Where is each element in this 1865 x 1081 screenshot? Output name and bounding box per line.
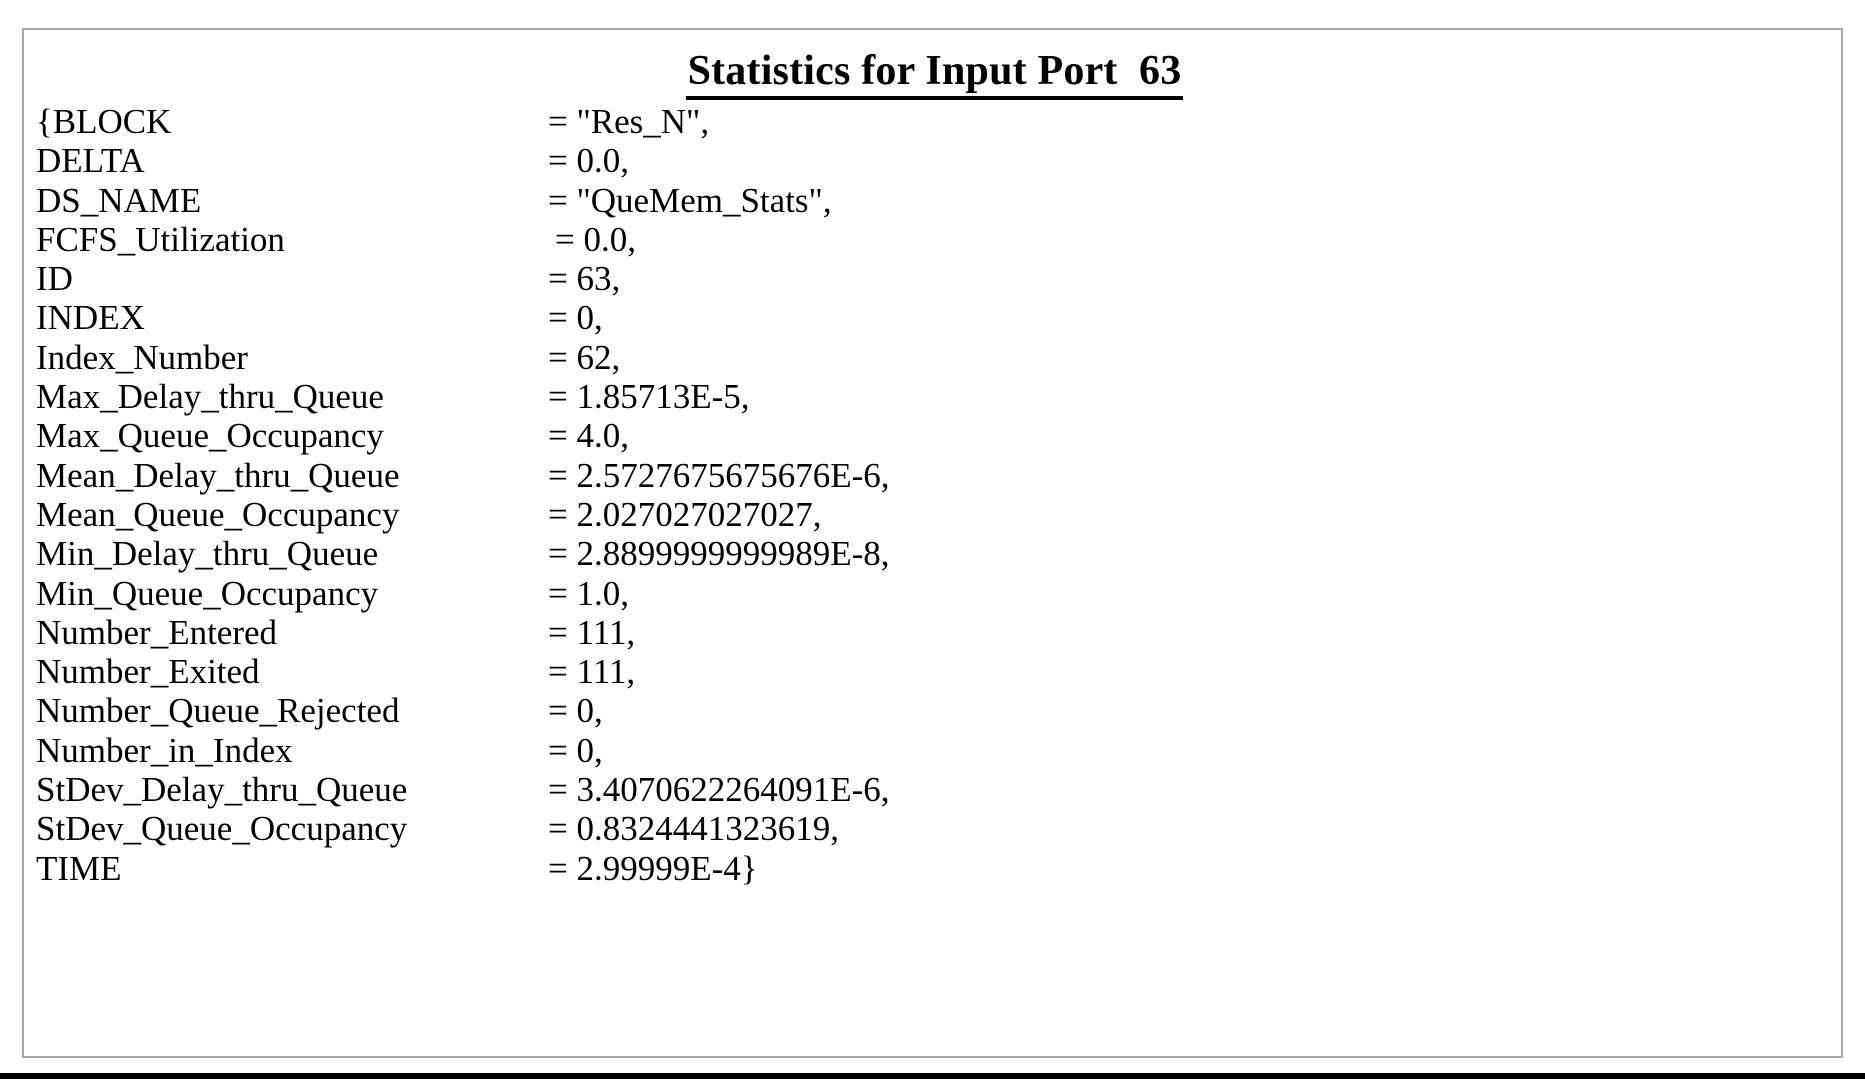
stat-key: Mean_Queue_Occupancy [36, 494, 400, 534]
stat-value: = 62, [548, 337, 621, 377]
stat-row: StDev_Queue_Occupancy = 0.8324441323619, [36, 809, 1836, 848]
stat-key: INDEX [36, 298, 145, 338]
stat-key: Number_Queue_Rejected [36, 691, 400, 731]
stat-key: Min_Queue_Occupancy [36, 573, 379, 613]
stat-key: Max_Delay_thru_Queue [36, 377, 384, 417]
stat-row: DELTA = 0.0, [36, 141, 1836, 180]
stat-value: = "QueMem_Stats", [548, 180, 832, 220]
stat-key: Number_Entered [36, 612, 278, 652]
stat-key: TIME [36, 848, 122, 888]
stat-key: {BLOCK [36, 102, 172, 141]
stat-row: Max_Delay_thru_Queue = 1.85713E-5, [36, 377, 1836, 416]
stat-row: Max_Queue_Occupancy = 4.0, [36, 416, 1836, 455]
stat-value: = 1.0, [548, 573, 629, 613]
stat-value: = 1.85713E-5, [548, 377, 750, 417]
stat-row: {BLOCK = "Res_N", [36, 102, 1836, 141]
stat-value: = 0, [548, 691, 603, 731]
page-bottom-rule [0, 1073, 1865, 1079]
stat-row: ID = 63, [36, 259, 1836, 298]
stat-value: = 2.027027027027, [548, 494, 822, 534]
stat-value: = "Res_N", [548, 102, 710, 141]
stat-row: Mean_Delay_thru_Queue = 2.5727675675676E-… [36, 456, 1836, 495]
stat-key: Number_Exited [36, 652, 260, 692]
stat-key: StDev_Queue_Occupancy [36, 809, 408, 849]
stat-key: Max_Queue_Occupancy [36, 416, 384, 456]
stat-row: TIME = 2.99999E-4} [36, 849, 1836, 888]
stat-value: = 2.8899999999989E-8, [548, 534, 890, 574]
stat-value: = 111, [548, 652, 636, 692]
stat-value: = 0.0, [555, 219, 636, 259]
stat-value: = 4.0, [548, 416, 629, 456]
statistics-panel: Statistics for Input Port 63 {BLOCK = "Re… [22, 28, 1843, 1058]
stat-value: = 111, [548, 612, 636, 652]
stat-row: Min_Queue_Occupancy = 1.0, [36, 574, 1836, 613]
stat-value: = 0.0, [548, 141, 629, 181]
stat-key: FCFS_Utilization [36, 219, 285, 259]
stat-key: Number_in_Index [36, 730, 293, 770]
stat-key: Min_Delay_thru_Queue [36, 534, 379, 574]
stat-row: Number_Exited = 111, [36, 652, 1836, 691]
stat-row: FCFS_Utilization = 0.0, [36, 220, 1836, 259]
stat-row: Number_Entered = 111, [36, 613, 1836, 652]
page-title-container: Statistics for Input Port 63 [24, 50, 1845, 100]
stat-key: ID [36, 259, 73, 299]
stat-value: = 0, [548, 298, 603, 338]
stat-row: StDev_Delay_thru_Queue = 3.4070622264091E… [36, 770, 1836, 809]
statistics-list: {BLOCK = "Res_N", DELTA = 0.0, DS_NAME = "Que… [36, 102, 1836, 888]
stat-key: DELTA [36, 141, 145, 181]
stat-value: = 0.8324441323619, [548, 809, 839, 849]
stat-value: = 3.4070622264091E-6, [548, 770, 890, 810]
stat-row: Min_Delay_thru_Queue = 2.8899999999989E-8… [36, 534, 1836, 573]
stat-row: Number_in_Index = 0, [36, 731, 1836, 770]
stat-row: Index_Number = 62, [36, 338, 1836, 377]
stat-row: Mean_Queue_Occupancy = 2.027027027027, [36, 495, 1836, 534]
stat-row: DS_NAME = "QueMem_Stats", [36, 181, 1836, 220]
stat-value: = 0, [548, 730, 603, 770]
stat-row: INDEX = 0, [36, 298, 1836, 337]
stat-key: DS_NAME [36, 180, 202, 220]
page-title: Statistics for Input Port 63 [685, 50, 1184, 100]
stat-value: = 2.99999E-4} [548, 848, 758, 888]
stat-key: StDev_Delay_thru_Queue [36, 770, 408, 810]
stat-value: = 2.5727675675676E-6, [548, 455, 890, 495]
stat-key: Index_Number [36, 337, 248, 377]
stat-value: = 63, [548, 259, 621, 299]
stat-row: Number_Queue_Rejected = 0, [36, 691, 1836, 730]
stat-key: Mean_Delay_thru_Queue [36, 455, 400, 495]
